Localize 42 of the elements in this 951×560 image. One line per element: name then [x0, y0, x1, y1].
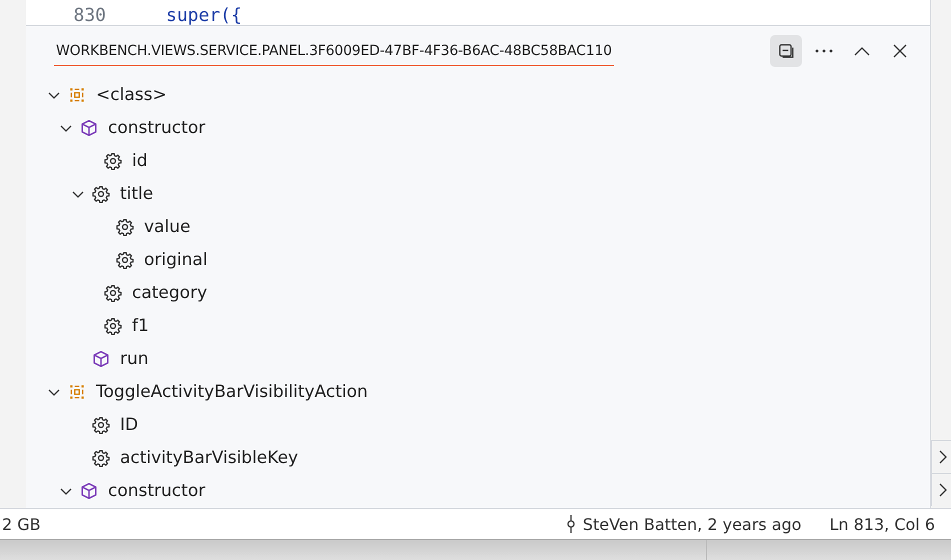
expand-button[interactable]: [931, 473, 951, 506]
gear-icon: [92, 448, 110, 466]
expand-button[interactable]: [931, 440, 951, 473]
gear-icon: [116, 250, 134, 268]
outline-item[interactable]: constructor: [108, 480, 206, 500]
chevron-right-icon: [938, 449, 948, 465]
cursor-position[interactable]: Ln 813, Col 6: [829, 514, 935, 534]
outline-item[interactable]: ID: [120, 414, 138, 434]
outline-item[interactable]: constructor: [108, 118, 206, 138]
outline-item[interactable]: ToggleActivityBarVisibilityAction: [96, 382, 368, 402]
git-blame[interactable]: SteVen Batten, 2 years ago: [582, 514, 802, 534]
outline-item[interactable]: category: [132, 282, 208, 302]
outline-item[interactable]: value: [144, 216, 190, 236]
outline-item[interactable]: activityBarVisibleKey: [120, 448, 298, 468]
panel-title[interactable]: WORKBENCH.VIEWS.SERVICE.PANEL.3F6009ED-47BF-4F36-B6AC-48BC58BAC110: [54, 36, 614, 66]
cube-icon: [80, 482, 98, 500]
chevron-right-icon: [938, 482, 948, 498]
gear-icon: [92, 184, 110, 202]
memory-usage[interactable]: 2 GB: [2, 514, 41, 534]
cube-icon: [92, 350, 110, 368]
gear-icon: [104, 152, 122, 170]
gear-icon: [104, 284, 122, 302]
outline-item[interactable]: run: [120, 348, 149, 368]
toggle-button[interactable]: [770, 35, 802, 67]
outline-item[interactable]: <class>: [96, 84, 167, 104]
panel-icon: [777, 42, 795, 60]
outline-item[interactable]: id: [132, 150, 148, 170]
outline-item[interactable]: original: [144, 250, 208, 270]
cube-icon: [80, 118, 98, 136]
outline-item[interactable]: title: [120, 184, 154, 204]
gear-icon: [116, 218, 134, 236]
class-icon: [68, 382, 86, 400]
close-icon: [892, 43, 908, 59]
more-icon: [814, 48, 834, 54]
chevron-up-icon: [853, 45, 871, 57]
gear-icon: [92, 416, 110, 434]
code-line: super({: [166, 5, 242, 25]
gear-icon: [104, 316, 122, 334]
commit-icon: [564, 514, 577, 534]
outline-item[interactable]: f1: [132, 316, 149, 336]
class-icon: [68, 86, 86, 104]
line-number: 830: [72, 5, 106, 25]
